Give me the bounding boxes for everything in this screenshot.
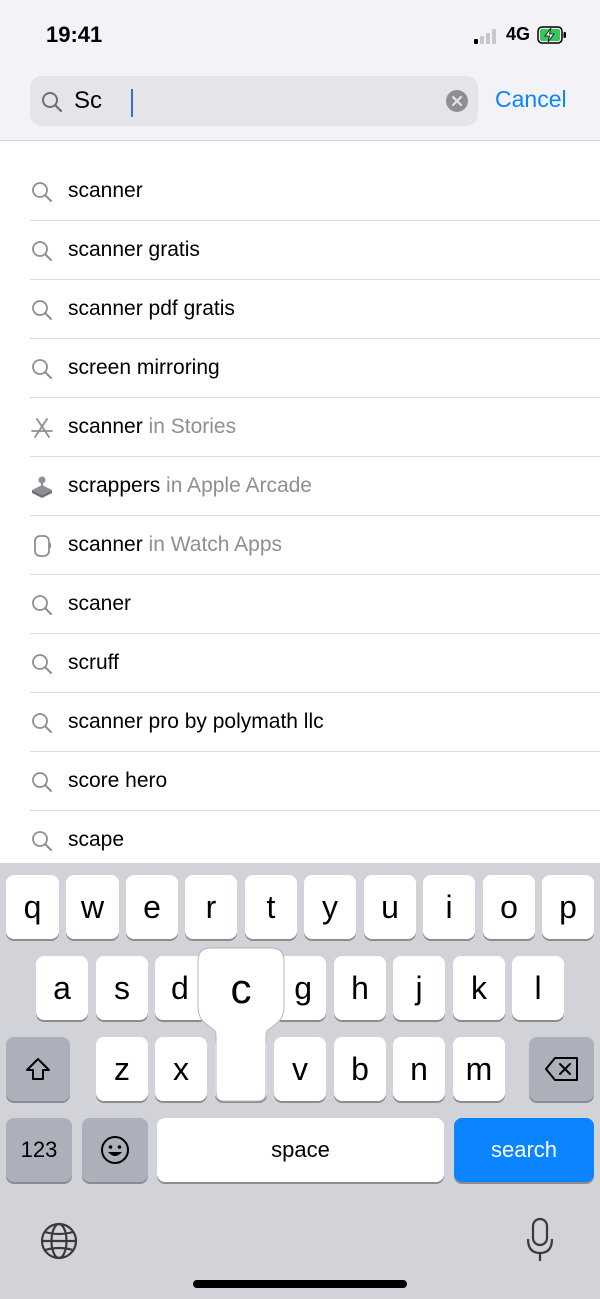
numbers-key[interactable]: 123 (6, 1118, 72, 1182)
search-icon (32, 595, 52, 615)
key-m[interactable]: m (453, 1037, 505, 1101)
suggestion-item[interactable]: scaner (0, 575, 600, 634)
key-q[interactable]: q (6, 875, 59, 939)
keyboard: q w e r t y u i o p a s d f g h j k l z … (0, 863, 600, 1299)
search-key[interactable]: search (454, 1118, 594, 1182)
key-z[interactable]: z (96, 1037, 148, 1101)
microphone-icon[interactable] (525, 1217, 555, 1263)
suggestion-text: scaner (68, 592, 132, 615)
suggestion-item[interactable]: scruff (0, 634, 600, 693)
search-field[interactable] (30, 76, 478, 126)
suggestion-item[interactable]: screen mirroring (0, 339, 600, 398)
search-icon (32, 300, 52, 320)
key-e[interactable]: e (126, 875, 178, 939)
suggestion-item[interactable]: scanner pdf gratis (0, 280, 600, 339)
key-a[interactable]: a (36, 956, 88, 1020)
app-store-icon (31, 418, 53, 438)
key-n[interactable]: n (393, 1037, 445, 1101)
suggestion-text: scanner in Stories (68, 415, 237, 438)
key-h[interactable]: h (334, 956, 386, 1020)
emoji-icon (101, 1136, 129, 1164)
search-icon (32, 359, 52, 379)
delete-key[interactable] (529, 1037, 594, 1101)
status-bar: 19:41 4G (0, 0, 600, 70)
key-w[interactable]: w (66, 875, 119, 939)
key-p[interactable]: p (542, 875, 594, 939)
key-k[interactable]: k (453, 956, 505, 1020)
arcade-joystick-icon (32, 476, 52, 498)
key-u[interactable]: u (364, 875, 416, 939)
search-icon (32, 831, 52, 851)
suggestion-list: scanner scanner gratis scanner pdf grati… (0, 141, 600, 863)
network-type: 4G (506, 24, 531, 44)
suggestion-text: scanner (68, 179, 143, 202)
suggestion-text: scanner in Watch Apps (68, 533, 283, 556)
suggestion-item[interactable]: scanner in Watch Apps (0, 516, 600, 575)
search-icon (32, 772, 52, 792)
search-icon (32, 241, 52, 261)
search-icon (32, 654, 52, 674)
suggestion-text: scanner pro by polymath llc (68, 710, 324, 733)
key-s[interactable]: s (96, 956, 148, 1020)
suggestion-item[interactable]: scanner pro by polymath llc (0, 693, 600, 752)
shift-icon (26, 1058, 50, 1080)
suggestion-text: scruff (68, 651, 119, 674)
cancel-button[interactable]: Cancel (495, 86, 567, 113)
key-t[interactable]: t (245, 875, 297, 939)
key-o[interactable]: o (483, 875, 535, 939)
suggestion-item[interactable]: scape (0, 811, 600, 863)
text-cursor (131, 89, 133, 117)
suggestion-text: scrappers in Apple Arcade (68, 474, 312, 497)
key-i[interactable]: i (423, 875, 475, 939)
shift-key[interactable] (6, 1037, 70, 1101)
key-y[interactable]: y (304, 875, 356, 939)
key-popup-letter: c (230, 965, 252, 1012)
search-icon (32, 713, 52, 733)
suggestion-text: scanner pdf gratis (68, 297, 235, 320)
search-icon (42, 92, 63, 113)
key-popup: c (197, 947, 285, 1102)
signal-icon (474, 28, 500, 44)
status-time: 19:41 (46, 22, 103, 47)
search-bar: Cancel (0, 70, 600, 141)
key-l[interactable]: l (512, 956, 564, 1020)
suggestion-item[interactable]: scrappers in Apple Arcade (0, 457, 600, 516)
suggestion-text: scanner gratis (68, 238, 200, 261)
suggestion-item[interactable]: scanner in Stories (0, 398, 600, 457)
close-icon (451, 95, 463, 107)
suggestion-text: scape (68, 828, 125, 851)
emoji-key[interactable] (82, 1118, 148, 1182)
suggestion-text: screen mirroring (68, 356, 220, 379)
suggestion-text: score hero (68, 769, 168, 792)
home-indicator (193, 1280, 407, 1288)
key-r[interactable]: r (185, 875, 237, 939)
suggestion-item[interactable]: scanner (0, 162, 600, 221)
search-icon (32, 182, 52, 202)
suggestion-item[interactable]: scanner gratis (0, 221, 600, 280)
globe-icon[interactable] (39, 1221, 79, 1261)
key-b[interactable]: b (334, 1037, 386, 1101)
search-input[interactable] (74, 84, 434, 118)
watch-icon (34, 535, 51, 557)
suggestion-item[interactable]: score hero (0, 752, 600, 811)
space-key[interactable]: space (157, 1118, 444, 1182)
key-j[interactable]: j (393, 956, 445, 1020)
battery-charging-icon (537, 26, 566, 44)
backspace-icon (544, 1057, 578, 1081)
clear-text-button[interactable] (446, 90, 468, 112)
